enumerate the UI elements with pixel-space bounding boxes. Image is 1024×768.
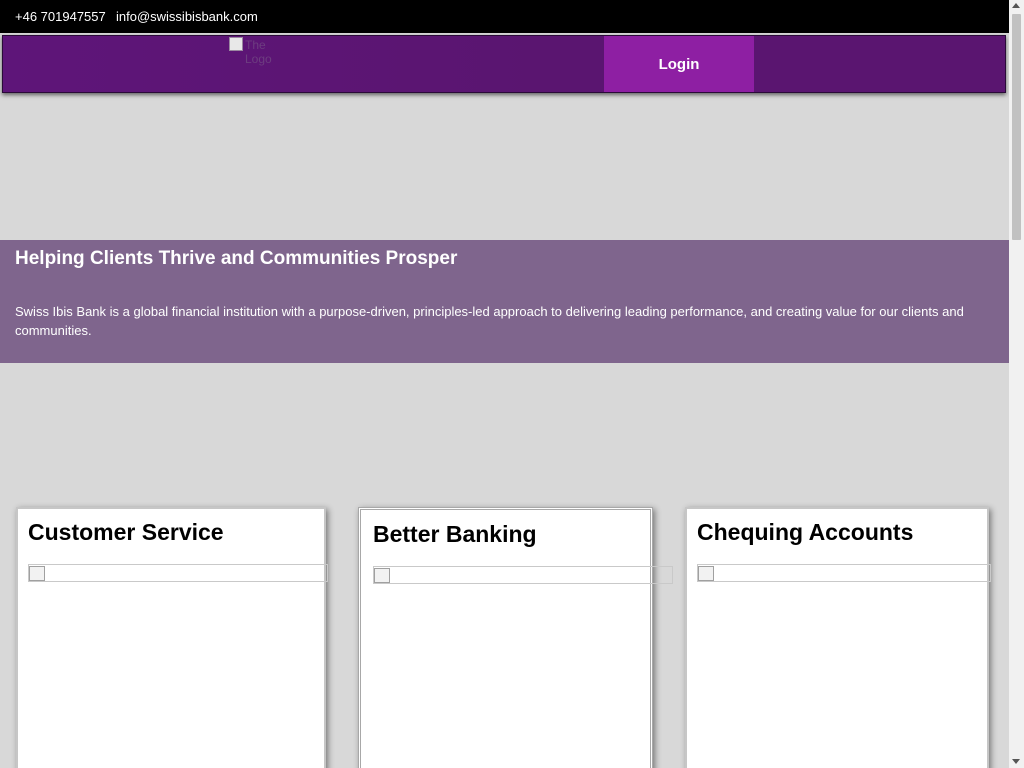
- card-customer-service[interactable]: Customer Service: [16, 507, 328, 768]
- site-logo[interactable]: The Logo: [229, 36, 295, 66]
- hero-banner: Helping Clients Thrive and Communities P…: [0, 240, 1009, 363]
- scroll-down-arrow-icon[interactable]: [1012, 759, 1020, 764]
- card-title: Customer Service: [28, 519, 224, 545]
- login-button[interactable]: Login: [604, 36, 754, 92]
- vertical-scrollbar[interactable]: [1009, 0, 1024, 768]
- card-image: [697, 564, 991, 582]
- card-title: Better Banking: [373, 521, 537, 547]
- card-chequing-accounts[interactable]: Chequing Accounts: [685, 507, 991, 768]
- phone-number[interactable]: +46 701947557: [15, 9, 106, 24]
- broken-image-icon: [374, 568, 390, 583]
- main-navbar: The Logo Login: [2, 35, 1006, 93]
- broken-image-icon: [29, 566, 45, 581]
- card-title: Chequing Accounts: [697, 519, 914, 545]
- contact-bar: +46 701947557 info@swissibisbank.com: [0, 0, 1009, 33]
- card-image: [28, 564, 328, 582]
- email-address[interactable]: info@swissibisbank.com: [116, 9, 258, 24]
- scrollbar-thumb[interactable]: [1012, 14, 1021, 240]
- page: +46 701947557 info@swissibisbank.com The…: [0, 0, 1009, 768]
- logo-alt-text: The Logo: [245, 38, 272, 66]
- hero-title: Helping Clients Thrive and Communities P…: [15, 248, 458, 269]
- card-better-banking[interactable]: Better Banking: [358, 507, 673, 768]
- hero-description: Swiss Ibis Bank is a global financial in…: [15, 304, 964, 338]
- broken-image-icon: [229, 37, 243, 51]
- scroll-up-arrow-icon[interactable]: [1012, 3, 1020, 8]
- card-image: [373, 566, 673, 584]
- broken-image-icon: [698, 566, 714, 581]
